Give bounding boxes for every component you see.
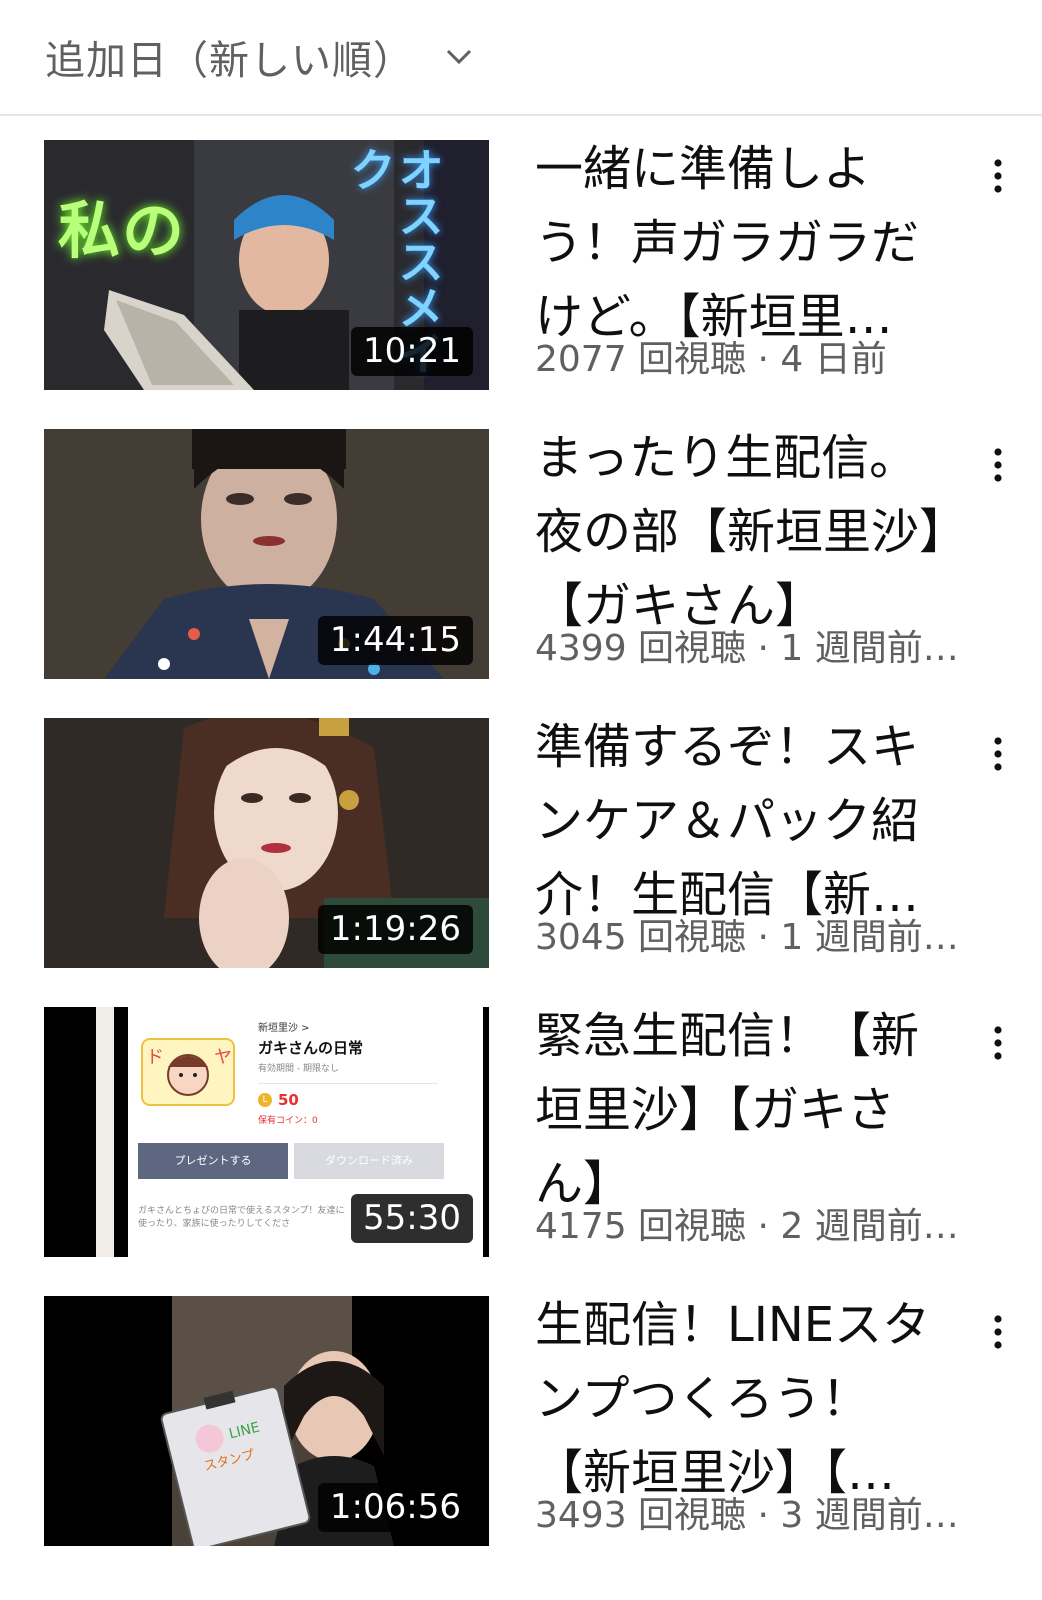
- video-meta: 一緒に準備しよう！声ガラガラだけど。【新垣里… 2077 回視聴 · 4 日前: [535, 132, 945, 380]
- more-options-icon[interactable]: [980, 146, 1016, 206]
- more-options-icon[interactable]: [980, 435, 1016, 495]
- svg-text:ド: ド: [146, 1047, 164, 1068]
- video-duration: 10:21: [351, 326, 473, 376]
- video-item[interactable]: 私の オススメイク 10:21 一緒に準備しよう！声ガラガラだけど。【新垣里… …: [0, 140, 1042, 390]
- video-thumbnail[interactable]: 1:19:26: [44, 718, 489, 968]
- video-title[interactable]: 緊急生配信！【新垣里沙】【ガキさん】: [535, 999, 945, 1221]
- video-meta: まったり生配信。夜の部【新垣里沙】【ガキさん】 4399 回視聴 · 1 週間前…: [535, 421, 959, 669]
- video-item[interactable]: 1:44:15 まったり生配信。夜の部【新垣里沙】【ガキさん】 4399 回視聴…: [0, 429, 1042, 679]
- sticker-description: ガキさんとちょびの日常で使えるスタンプ！友達に使ったり、家族に使ったりしてくださ: [138, 1206, 345, 1229]
- video-item[interactable]: LINE スタンプ 1:06:56 生配信！LINEスタンプつくろう！【新垣里沙…: [0, 1296, 1042, 1546]
- video-meta: 生配信！LINEスタンプつくろう！【新垣里沙】【… 3493 回視聴 · 3 週…: [535, 1288, 959, 1536]
- video-stats: 2077 回視聴 · 4 日前: [535, 339, 887, 380]
- video-meta: 緊急生配信！【新垣里沙】【ガキさん】 4175 回視聴 · 2 週間前…: [535, 999, 959, 1247]
- video-duration: 55:30: [351, 1193, 473, 1243]
- video-item[interactable]: ド ヤ 新垣里沙 > ガキさんの日常 有効期間 - 期限なし L 50 保有コイ…: [0, 1007, 1042, 1257]
- video-stats: 4175 回視聴 · 2 週間前…: [535, 1206, 959, 1247]
- video-thumbnail[interactable]: 1:44:15: [44, 429, 489, 679]
- video-duration: 1:19:26: [317, 904, 473, 954]
- sort-dropdown[interactable]: 追加日（新しい順）: [0, 0, 1042, 116]
- video-stats: 3493 回視聴 · 3 週間前…: [535, 1495, 959, 1536]
- more-options-icon[interactable]: [980, 1302, 1016, 1362]
- sort-label: 追加日（新しい順）: [45, 38, 414, 84]
- video-stats: 3045 回視聴 · 1 週間前…: [535, 917, 959, 958]
- video-duration: 1:44:15: [317, 615, 473, 665]
- sticker-coins: 50: [278, 1091, 299, 1109]
- download-button: ダウンロード済み: [294, 1143, 444, 1179]
- video-title[interactable]: 準備するぞ！スキンケア＆パック紹介！生配信【新…: [535, 710, 945, 932]
- video-duration: 1:06:56: [317, 1482, 473, 1532]
- video-meta: 準備するぞ！スキンケア＆パック紹介！生配信【新… 3045 回視聴 · 1 週間…: [535, 710, 959, 958]
- video-item[interactable]: 1:19:26 準備するぞ！スキンケア＆パック紹介！生配信【新… 3045 回視…: [0, 718, 1042, 968]
- svg-text:ヤ: ヤ: [214, 1047, 232, 1068]
- chevron-down-icon: [444, 42, 474, 72]
- video-title[interactable]: 生配信！LINEスタンプつくろう！【新垣里沙】【…: [535, 1288, 945, 1510]
- coin-icon: L: [258, 1093, 272, 1107]
- video-title[interactable]: まったり生配信。夜の部【新垣里沙】【ガキさん】: [535, 421, 945, 643]
- sticker-name: ガキさんの日常: [258, 1039, 364, 1057]
- sticker-breadcrumb: 新垣里沙 >: [258, 1023, 310, 1034]
- video-stats: 4399 回視聴 · 1 週間前…: [535, 628, 959, 669]
- sticker-owned-coins: 保有コイン：0: [258, 1116, 318, 1126]
- video-thumbnail[interactable]: LINE スタンプ 1:06:56: [44, 1296, 489, 1546]
- present-button: プレゼントする: [138, 1143, 288, 1179]
- thumbnail-overlay-text-left: 私の: [58, 194, 187, 267]
- video-thumbnail[interactable]: ド ヤ 新垣里沙 > ガキさんの日常 有効期間 - 期限なし L 50 保有コイ…: [44, 1007, 489, 1257]
- more-options-icon[interactable]: [980, 724, 1016, 784]
- sticker-period: 有効期間 - 期限なし: [258, 1064, 339, 1074]
- video-thumbnail[interactable]: 私の オススメイク 10:21: [44, 140, 489, 390]
- more-options-icon[interactable]: [980, 1013, 1016, 1073]
- video-title[interactable]: 一緒に準備しよう！声ガラガラだけど。【新垣里…: [535, 132, 945, 354]
- sticker-image: ド ヤ: [140, 1037, 236, 1107]
